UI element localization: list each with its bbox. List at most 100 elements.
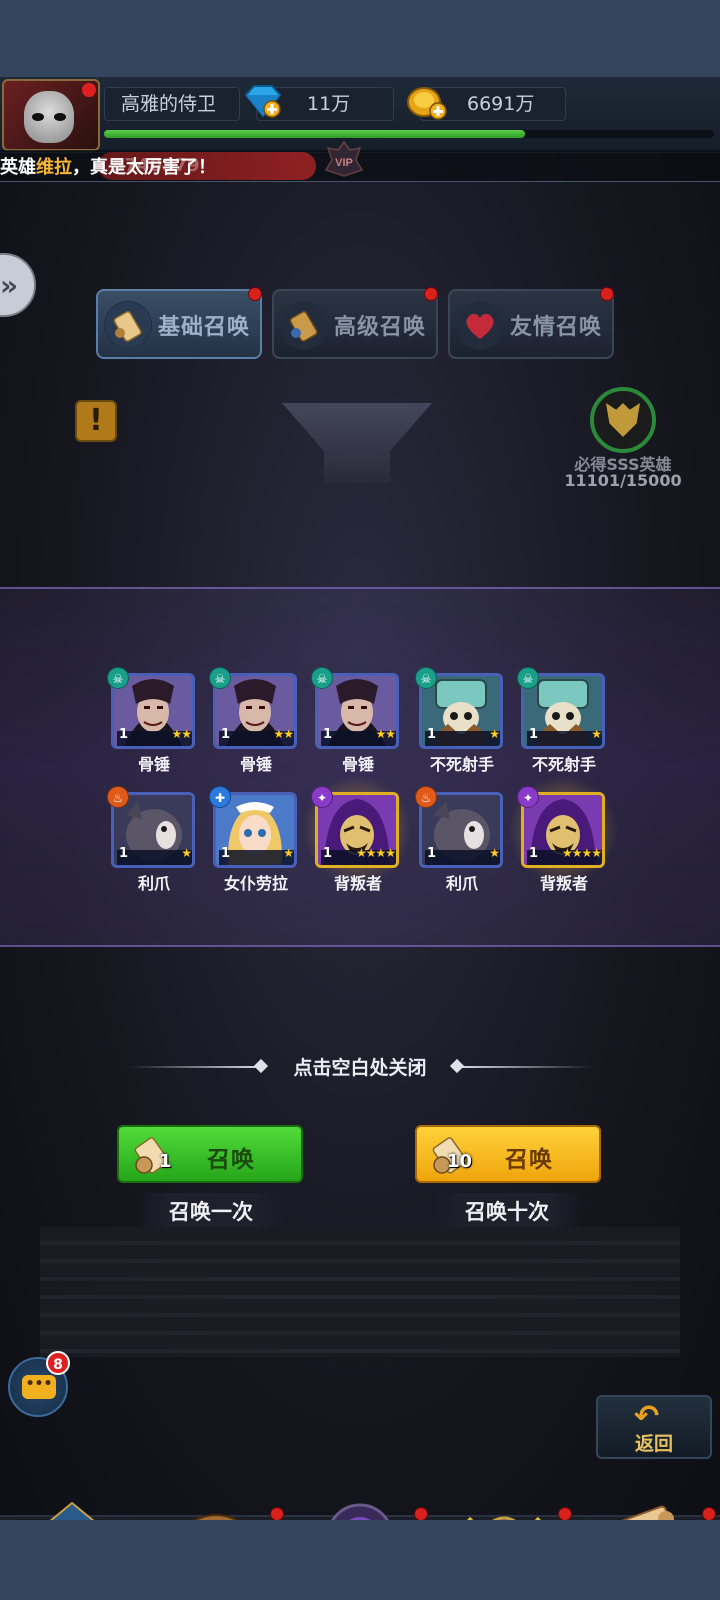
- hero-level: 1: [427, 727, 437, 742]
- avatar-eye: [32, 113, 44, 121]
- player-name: 高雅的侍卫: [104, 87, 240, 121]
- heart-icon: [456, 301, 504, 349]
- gold-plus-icon[interactable]: [406, 85, 450, 121]
- gold-amount: 6691万: [467, 93, 535, 115]
- faction-undead-icon: ☠: [415, 667, 437, 689]
- faction-undead-icon: ☠: [311, 667, 333, 689]
- summon-once-count: 1: [159, 1151, 172, 1172]
- faction-undead-icon: ☠: [209, 667, 231, 689]
- portal-icon: [331, 1503, 389, 1520]
- tab-advanced-summon-label: 高级召唤: [334, 315, 427, 340]
- hero-level: 1: [427, 846, 437, 861]
- hero-card[interactable]: ♨ 1 ★ 利爪: [107, 786, 197, 893]
- faction-shadow-icon: ✦: [517, 786, 539, 808]
- ticker-prefix: 英雄: [0, 157, 36, 178]
- nav-heroes[interactable]: 英雄: [432, 1499, 576, 1520]
- hero-level: 1: [221, 846, 231, 861]
- hero-card[interactable]: ☠ 1 ★★ 骨锤: [209, 667, 299, 774]
- tab-friend-summon[interactable]: 友情召唤: [448, 287, 614, 359]
- scroll-icon: [104, 301, 152, 349]
- hero-level: 1: [529, 727, 539, 742]
- avatar-notification-dot: [82, 83, 96, 97]
- nav-notification-dot: [414, 1507, 428, 1520]
- hero-name: 利爪: [445, 874, 478, 893]
- chat-icon: •••: [22, 1375, 56, 1399]
- hero-level: 1: [323, 846, 333, 861]
- nav-campaign[interactable]: 征战: [288, 1499, 432, 1520]
- hero-level: 1: [529, 846, 539, 861]
- hero-card[interactable]: ✦ 1 ★★★★ 背叛者: [301, 776, 413, 893]
- hero-level: 1: [323, 727, 333, 742]
- chat-button[interactable]: ••• 8: [8, 1351, 70, 1417]
- player-avatar[interactable]: [2, 79, 100, 151]
- hero-card[interactable]: ✦ 1 ★★★★ 背叛者: [507, 776, 619, 893]
- hero-name: 骨锤: [341, 755, 374, 774]
- hero-stars: ★★★★: [561, 846, 602, 860]
- info-exclamation-icon[interactable]: !: [75, 400, 117, 442]
- avatar-eye: [54, 113, 66, 121]
- hero-name: 不死射手: [429, 755, 494, 774]
- game-screen: 高雅的侍卫 11万 6691万 5740579 英雄维拉，真是太厉害了！ VIP…: [0, 77, 720, 1520]
- hero-card[interactable]: ✚ 1 ★ 女仆劳拉: [209, 786, 299, 893]
- vip-badge-icon[interactable]: VIP: [322, 140, 366, 184]
- hero-level: 1: [221, 727, 231, 742]
- faction-fire-icon: ♨: [415, 786, 437, 808]
- sss-crest-icon: [606, 403, 640, 437]
- nav-notification-dot: [270, 1507, 284, 1520]
- nav-backpack[interactable]: 背包: [144, 1499, 288, 1520]
- summon-altar: [282, 403, 432, 483]
- hero-stars: ★: [489, 846, 500, 860]
- back-label: 返回: [634, 1433, 673, 1455]
- back-button[interactable]: ↶ 返回: [596, 1395, 712, 1459]
- hint-divider-right: [462, 1066, 592, 1068]
- ticker-suffix: ，真是太厉害了！: [72, 157, 216, 178]
- hero-card[interactable]: ☠ 1 ★ 不死射手: [517, 667, 607, 774]
- hero-stars: ★: [181, 846, 192, 860]
- hero-name: 利爪: [137, 874, 170, 893]
- sss-guarantee[interactable]: 必得SSS英雄 11101/15000: [558, 387, 688, 497]
- tab-notification-dot: [600, 287, 614, 301]
- background-stairs: [40, 1227, 680, 1357]
- sss-progress-ring: [590, 387, 656, 453]
- hero-card[interactable]: ☠ 1 ★★ 骨锤: [311, 667, 401, 774]
- summon-once-button[interactable]: 1 召唤: [117, 1125, 303, 1183]
- hero-level: 1: [119, 846, 129, 861]
- faction-undead-icon: ☠: [107, 667, 129, 689]
- nav-main-city[interactable]: 主城: [0, 1499, 144, 1520]
- nav-notification-dot: [702, 1507, 716, 1520]
- faction-fire-icon: ♨: [107, 786, 129, 808]
- hero-stars: ★: [283, 846, 294, 860]
- tab-advanced-summon[interactable]: 高级召唤: [272, 287, 438, 359]
- summon-ten-button[interactable]: 10 召唤: [415, 1125, 601, 1183]
- nav-notification-dot: [558, 1507, 572, 1520]
- vip-label: VIP: [335, 157, 353, 169]
- helmet-icon: [467, 1516, 541, 1520]
- summon-once-caption: 召唤一次: [136, 1193, 286, 1231]
- castle-icon: [49, 1501, 95, 1520]
- hero-level: 1: [119, 727, 129, 742]
- summon-ten-caption: 召唤十次: [432, 1193, 582, 1231]
- nav-quests[interactable]: 任务: [576, 1499, 720, 1520]
- gem-plus-icon[interactable]: [242, 83, 284, 119]
- faction-shadow-icon: ✦: [311, 786, 333, 808]
- hero-card[interactable]: ☠ 1 ★★ 骨锤: [107, 667, 197, 774]
- hero-card[interactable]: ☠ 1 ★ 不死射手: [415, 667, 505, 774]
- hero-stars: ★★: [171, 727, 191, 741]
- chat-unread-badge: 8: [46, 1351, 70, 1375]
- avatar-mask-icon: [24, 91, 74, 143]
- quest-scroll-icon: [617, 1505, 682, 1520]
- advanced-scroll-icon: [280, 301, 328, 349]
- ticker-hero-name: 维拉: [36, 157, 72, 178]
- hero-stars: ★★★★: [355, 846, 396, 860]
- summon-once-label: 召唤: [207, 1147, 255, 1173]
- hero-card[interactable]: ♨ 1 ★ 利爪: [415, 786, 505, 893]
- faction-undead-icon: ☠: [517, 667, 539, 689]
- double-chevron-right-icon: »: [0, 269, 19, 302]
- xp-bar: [104, 130, 714, 138]
- hero-name: 背叛者: [333, 874, 382, 893]
- summon-ten-count: 10: [447, 1151, 473, 1172]
- ticker-message: 英雄维拉，真是太厉害了！: [0, 153, 216, 179]
- hero-name: 骨锤: [137, 755, 170, 774]
- tab-basic-summon[interactable]: 基础召唤: [96, 287, 262, 359]
- side-expand-button[interactable]: »: [0, 253, 36, 317]
